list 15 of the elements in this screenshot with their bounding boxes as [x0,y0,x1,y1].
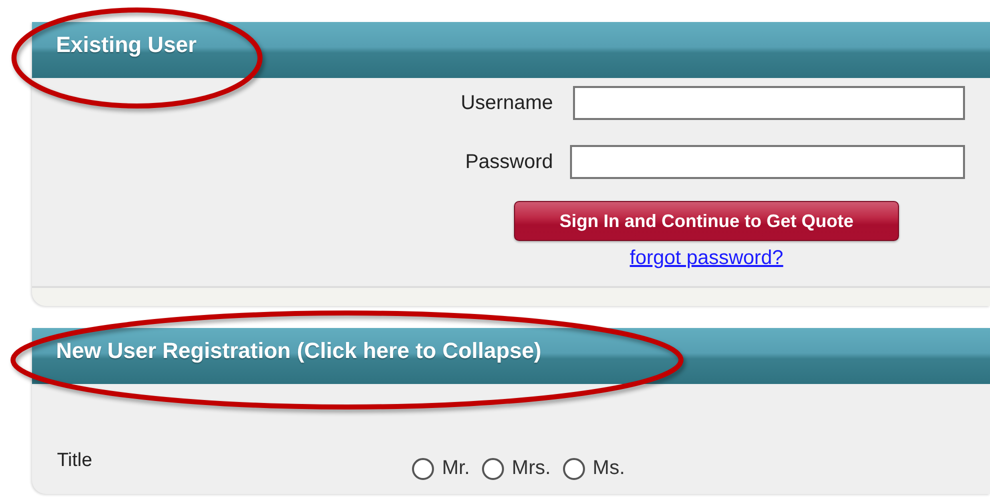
radio-option[interactable]: Mrs. [482,457,551,480]
radio-icon[interactable] [412,458,434,480]
field-label: Username [460,92,553,114]
section-title: New User Registration (Click here to Collapse) [56,338,542,364]
forgot-password-link[interactable]: forgot password? [630,247,784,270]
radio-icon[interactable] [482,458,504,480]
radio-icon[interactable] [562,458,585,480]
field-label: Password [464,150,553,174]
radio-option[interactable]: Mr. [412,457,470,480]
input-field[interactable] [573,86,965,120]
radio-option[interactable]: Ms. [562,457,625,480]
input-field[interactable] [570,145,965,179]
field-label: Title [57,450,94,473]
sign-in-button[interactable]: Sign In and Continue to Get Quote [514,201,899,241]
section-title: Existing User [56,32,197,58]
